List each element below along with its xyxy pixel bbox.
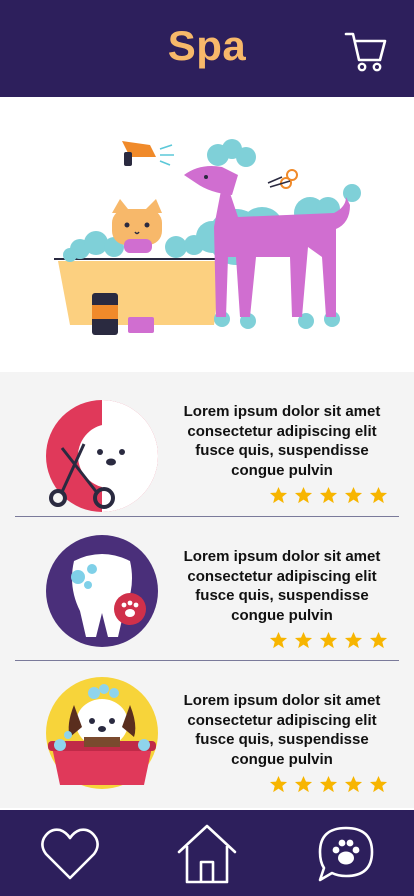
star-icon	[294, 775, 313, 793]
dog-grooming-scissors-icon	[46, 400, 158, 512]
list-item[interactable]: Lorem ipsum dolor sit amet consectetur a…	[0, 372, 414, 516]
service-description: Lorem ipsum dolor sit amet consectetur a…	[183, 403, 381, 479]
app-header: Spa	[0, 0, 414, 97]
list-item[interactable]: Lorem ipsum dolor sit amet consectetur a…	[0, 661, 414, 805]
tooth-paw-icon	[46, 535, 158, 647]
service-description: Lorem ipsum dolor sit amet consectetur a…	[183, 692, 381, 768]
star-icon	[344, 631, 363, 649]
cat-and-poodle-spa-illustration	[54, 139, 361, 335]
star-icon	[369, 486, 388, 504]
cart-icon[interactable]	[344, 30, 388, 74]
star-icon	[294, 631, 313, 649]
star-icon	[319, 775, 338, 793]
scissors-icon	[267, 169, 298, 189]
star-icon	[369, 775, 388, 793]
services-list: Lorem ipsum dolor sit amet consectetur a…	[0, 372, 414, 808]
hair-dryer-icon	[122, 141, 174, 166]
dog-bath-icon	[46, 677, 158, 789]
star-icon	[344, 486, 363, 504]
rating-stars	[269, 631, 388, 650]
rating-stars	[269, 486, 388, 505]
bottom-nav	[0, 810, 414, 896]
paw-chat-icon[interactable]	[314, 822, 378, 886]
star-icon	[269, 631, 288, 649]
star-icon	[369, 631, 388, 649]
star-icon	[344, 775, 363, 793]
heart-icon[interactable]	[38, 822, 102, 886]
home-icon[interactable]	[175, 822, 239, 886]
service-description: Lorem ipsum dolor sit amet consectetur a…	[183, 548, 381, 624]
star-icon	[294, 486, 313, 504]
star-icon	[269, 775, 288, 793]
star-icon	[269, 486, 288, 504]
hero-banner	[0, 97, 414, 372]
star-icon	[319, 631, 338, 649]
rating-stars	[269, 775, 388, 794]
list-item[interactable]: Lorem ipsum dolor sit amet consectetur a…	[0, 517, 414, 661]
star-icon	[319, 486, 338, 504]
